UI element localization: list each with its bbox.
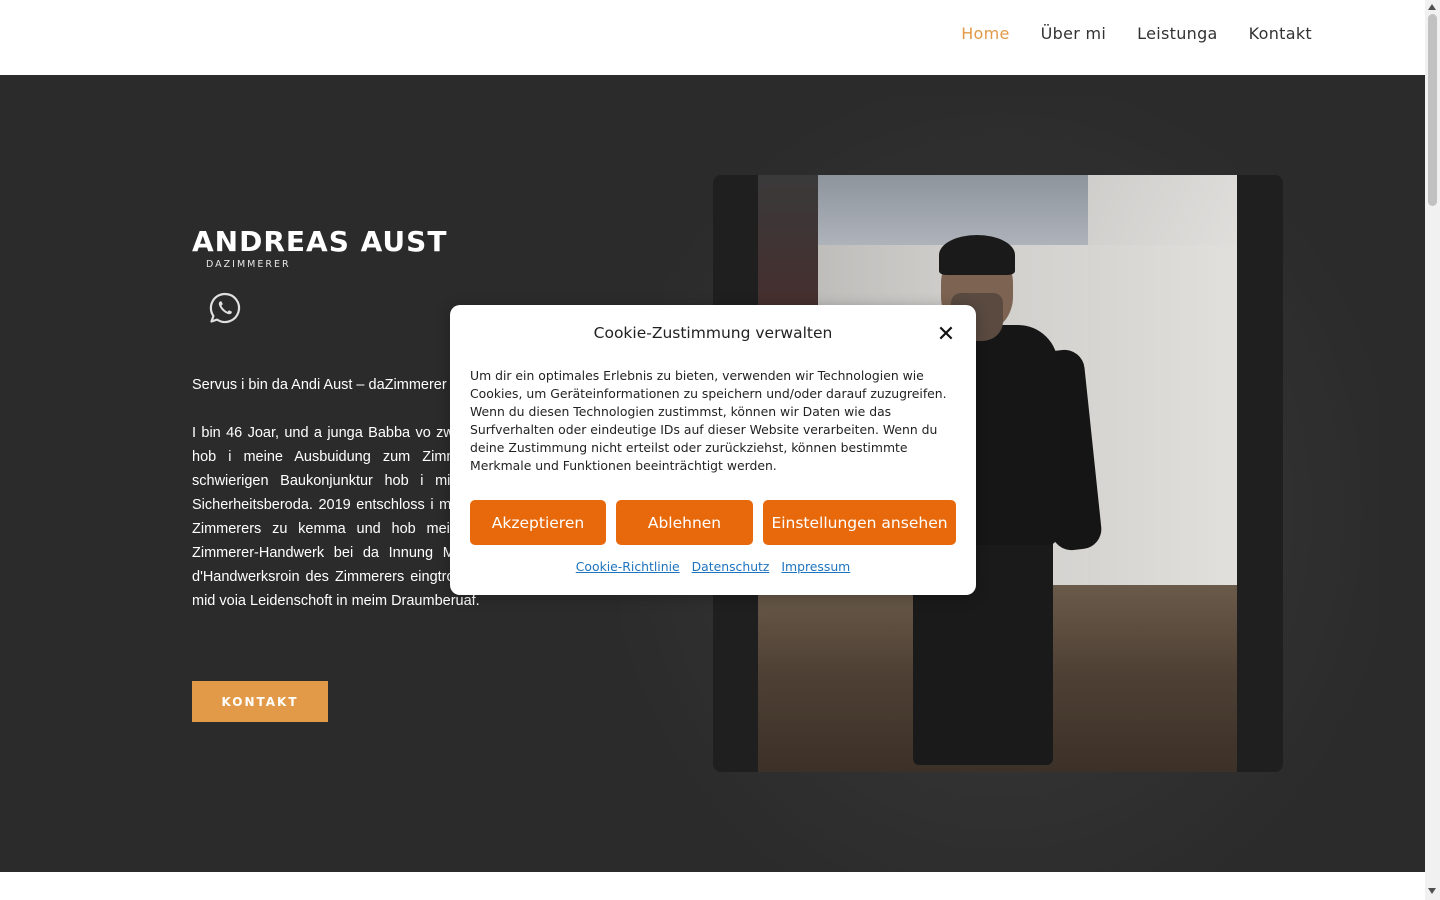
nav-home[interactable]: Home bbox=[961, 24, 1009, 43]
scroll-down-arrow-icon[interactable] bbox=[1428, 888, 1436, 894]
kontakt-button[interactable]: KONTAKT bbox=[192, 681, 328, 722]
cookie-dialog-title: Cookie-Zustimmung verwalten bbox=[593, 324, 833, 342]
privacy-link[interactable]: Datenschutz bbox=[692, 559, 770, 574]
main-nav: Home Über mi Leistunga Kontakt bbox=[961, 24, 1312, 43]
cookie-dialog-links: Cookie-Richtlinie Datenschutz Impressum bbox=[450, 559, 976, 574]
cookie-dialog-text: Um dir ein optimales Erlebnis zu bieten,… bbox=[470, 368, 947, 473]
view-settings-button[interactable]: Einstellungen ansehen bbox=[763, 500, 956, 545]
site-header: Home Über mi Leistunga Kontakt bbox=[0, 0, 1425, 75]
next-section bbox=[0, 872, 1425, 900]
cookie-consent-dialog: Cookie-Zustimmung verwalten ✕ Um dir ein… bbox=[450, 305, 976, 595]
nav-ueber-mi[interactable]: Über mi bbox=[1041, 24, 1107, 43]
deny-button[interactable]: Ablehnen bbox=[616, 500, 753, 545]
photo-person-cap bbox=[939, 235, 1015, 275]
logo-subtitle: DAZIMMERER bbox=[206, 259, 291, 270]
scroll-up-arrow-icon[interactable] bbox=[1428, 4, 1436, 10]
accept-button[interactable]: Akzeptieren bbox=[470, 500, 606, 545]
scrollbar-thumb[interactable] bbox=[1428, 14, 1437, 206]
close-icon[interactable]: ✕ bbox=[935, 324, 957, 346]
nav-leistunga[interactable]: Leistunga bbox=[1137, 24, 1217, 43]
cookie-policy-link[interactable]: Cookie-Richtlinie bbox=[576, 559, 680, 574]
logo-name: ANDREAS AUST bbox=[192, 225, 448, 258]
whatsapp-icon[interactable] bbox=[208, 291, 242, 325]
nav-kontakt[interactable]: Kontakt bbox=[1249, 24, 1312, 43]
imprint-link[interactable]: Impressum bbox=[781, 559, 850, 574]
